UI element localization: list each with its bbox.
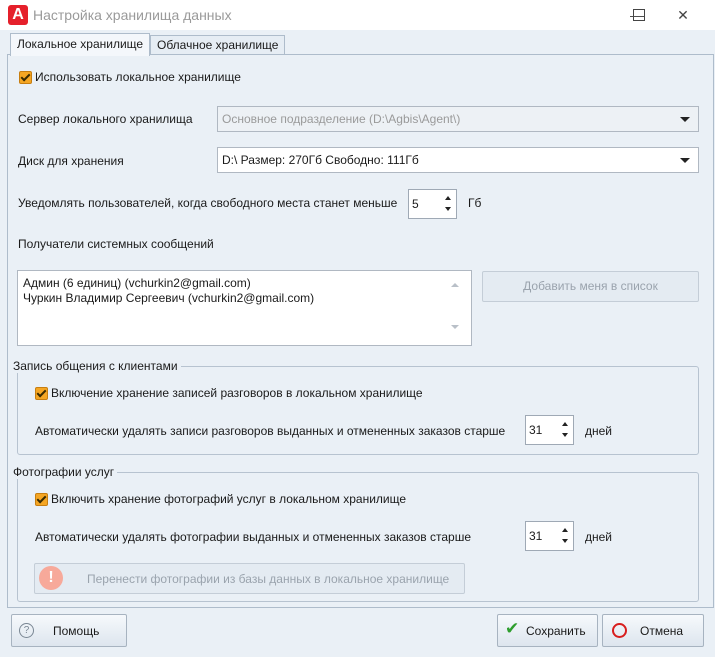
move-photos-button[interactable]: ! Перенести фотографии из базы данных в … [34, 563, 465, 594]
scroll-down-icon[interactable] [451, 325, 459, 329]
title-bar: A Настройка хранилища данных — ✕ [0, 0, 715, 30]
cancel-icon [612, 623, 627, 638]
cancel-label: Отмена [640, 624, 684, 638]
list-item[interactable]: Чуркин Владимир Сергеевич (vchurkin2@gma… [23, 291, 314, 305]
disk-combobox[interactable]: D:\ Размер: 270Гб Свободно: 111Гб [217, 147, 699, 173]
move-photos-label: Перенести фотографии из базы данных в ло… [87, 572, 450, 586]
calls-delete-label: Автоматически удалять записи разговоров … [35, 424, 506, 438]
list-item[interactable]: Админ (6 единиц) (vchurkin2@gmail.com) [23, 276, 251, 290]
chevron-down-icon [680, 117, 690, 122]
spin-up-icon[interactable] [562, 528, 568, 532]
tab-local-storage[interactable]: Локальное хранилище [10, 33, 151, 56]
spin-down-icon[interactable] [562, 539, 568, 543]
recipients-list[interactable]: Админ (6 единиц) (vchurkin2@gmail.com) Ч… [17, 270, 472, 346]
spin-down-icon[interactable] [445, 207, 451, 211]
tab-cloud-storage[interactable]: Облачное хранилище [150, 35, 286, 54]
spin-up-icon[interactable] [562, 422, 568, 426]
notify-spinner[interactable]: 5 [408, 189, 457, 219]
photos-delete-label: Автоматически удалять фотографии выданны… [35, 530, 471, 544]
close-button[interactable]: ✕ [660, 0, 706, 30]
add-me-button[interactable]: Добавить меня в список [482, 271, 699, 302]
maximize-icon [633, 9, 645, 21]
photos-delete-value: 31 [529, 529, 543, 543]
calls-delete-unit: дней [585, 424, 613, 438]
photos-delete-spinner[interactable]: 31 [525, 521, 574, 551]
photos-delete-unit: дней [585, 530, 613, 544]
photos-group-title: Фотографии услуг [10, 465, 118, 479]
save-button[interactable]: ✔ Сохранить [497, 614, 598, 647]
cancel-button[interactable]: Отмена [602, 614, 704, 647]
calls-enable-checkbox[interactable] [35, 387, 48, 400]
server-label: Сервер локального хранилища [18, 112, 193, 126]
check-icon: ✔ [505, 619, 520, 638]
notify-unit: Гб [468, 196, 482, 210]
calls-delete-spinner[interactable]: 31 [525, 415, 574, 445]
notify-label: Уведомлять пользователей, когда свободно… [18, 196, 398, 210]
disk-label: Диск для хранения [18, 154, 124, 168]
server-value: Основное подразделение (D:\Agbis\Agent\) [222, 112, 461, 126]
help-button[interactable]: ? Помощь [11, 614, 127, 647]
use-local-checkbox[interactable] [19, 71, 32, 84]
recipients-label: Получатели системных сообщений [18, 237, 214, 251]
calls-group [17, 366, 699, 455]
calls-delete-value: 31 [529, 423, 543, 437]
help-label: Помощь [53, 624, 100, 638]
photos-enable-checkbox[interactable] [35, 493, 48, 506]
notify-value: 5 [412, 197, 419, 211]
app-logo-icon: A [8, 5, 28, 25]
window-title: Настройка хранилища данных [33, 7, 232, 23]
help-icon: ? [19, 623, 34, 638]
save-label: Сохранить [526, 624, 586, 638]
calls-group-title: Запись общения с клиентами [10, 359, 181, 373]
warning-icon: ! [39, 566, 63, 590]
spin-down-icon[interactable] [562, 433, 568, 437]
calls-enable-label: Включение хранение записей разговоров в … [51, 386, 423, 400]
chevron-down-icon [680, 158, 690, 163]
photos-enable-label: Включить хранение фотографий услуг в лок… [51, 492, 407, 506]
scroll-up-icon[interactable] [451, 283, 459, 287]
use-local-label: Использовать локальное хранилище [35, 70, 241, 84]
server-combobox[interactable]: Основное подразделение (D:\Agbis\Agent\) [217, 106, 699, 132]
spin-up-icon[interactable] [445, 196, 451, 200]
disk-value: D:\ Размер: 270Гб Свободно: 111Гб [222, 153, 419, 167]
